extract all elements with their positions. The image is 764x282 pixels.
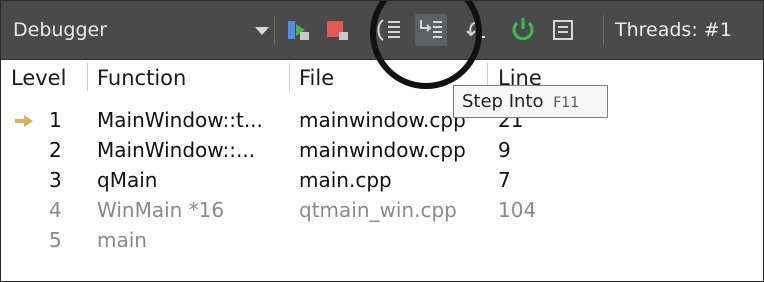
frame-file: main.cpp <box>299 168 392 192</box>
column-header-level[interactable]: Level <box>11 61 66 95</box>
column-divider <box>289 63 290 91</box>
continue-icon <box>288 21 309 40</box>
frame-file: mainwindow.cpp <box>299 108 466 132</box>
frame-function: MainWindow::... <box>97 138 256 162</box>
continue-button[interactable] <box>282 14 314 46</box>
operate-by-instruction-icon <box>553 20 573 40</box>
toolbar-separator <box>603 15 604 45</box>
threads-value: #1 <box>703 19 732 41</box>
frame-level: 3 <box>49 168 62 192</box>
frame-line: 7 <box>498 168 511 192</box>
frame-level: 5 <box>49 228 62 252</box>
step-over-button[interactable] <box>375 14 407 46</box>
step-into-button[interactable] <box>415 14 447 46</box>
frame-file: qtmain_win.cpp <box>299 198 457 222</box>
current-frame-pointer-icon <box>15 115 33 127</box>
debugger-panel: Debugger Threads: #1 Level Function File… <box>0 0 764 282</box>
stop-debugger-icon <box>327 21 348 40</box>
stack-header: Level Function File Line <box>1 61 763 95</box>
step-into-tooltip: Step Into F11 <box>453 85 608 118</box>
column-header-file[interactable]: File <box>299 61 334 95</box>
stack-row-5[interactable]: 5 main <box>1 226 763 255</box>
threads-selector[interactable]: Threads: #1 <box>615 15 732 45</box>
stack-row-1[interactable]: 1 MainWindow::t... mainwindow.cpp 21 <box>1 106 763 135</box>
frame-function: qMain <box>97 168 158 192</box>
threads-label: Threads: <box>615 19 698 41</box>
column-divider <box>87 63 88 91</box>
stop-debugger-button[interactable] <box>321 14 353 46</box>
frame-level: 2 <box>49 138 62 162</box>
frame-level: 4 <box>49 198 62 222</box>
view-selector-label: Debugger <box>13 19 108 41</box>
step-out-button[interactable] <box>459 14 491 46</box>
frame-function: main <box>97 228 147 252</box>
debugger-toolbar: Debugger Threads: #1 <box>1 1 763 60</box>
restart-debugging-button[interactable] <box>507 14 539 46</box>
step-out-icon <box>466 21 485 38</box>
tooltip-text: Step Into <box>462 91 544 112</box>
view-selector-dropdown[interactable]: Debugger <box>13 15 269 45</box>
frame-function: MainWindow::t... <box>97 108 263 132</box>
tooltip-shortcut: F11 <box>553 95 580 111</box>
column-header-function[interactable]: Function <box>97 61 186 95</box>
toolbar-separator <box>274 15 275 45</box>
frame-file: mainwindow.cpp <box>299 138 466 162</box>
stack-row-4[interactable]: 4 WinMain *16 qtmain_win.cpp 104 <box>1 196 763 225</box>
restart-debugging-icon <box>512 18 534 41</box>
frame-level: 1 <box>49 108 62 132</box>
operate-by-instruction-button[interactable] <box>547 14 579 46</box>
frame-line: 104 <box>498 198 537 222</box>
chevron-down-icon <box>255 27 269 35</box>
step-into-icon <box>420 20 442 38</box>
stack-row-3[interactable]: 3 qMain main.cpp 7 <box>1 166 763 195</box>
stack-row-2[interactable]: 2 MainWindow::... mainwindow.cpp 9 <box>1 136 763 165</box>
frame-function: WinMain *16 <box>97 198 225 222</box>
frame-line: 9 <box>498 138 511 162</box>
step-over-icon <box>377 19 400 41</box>
